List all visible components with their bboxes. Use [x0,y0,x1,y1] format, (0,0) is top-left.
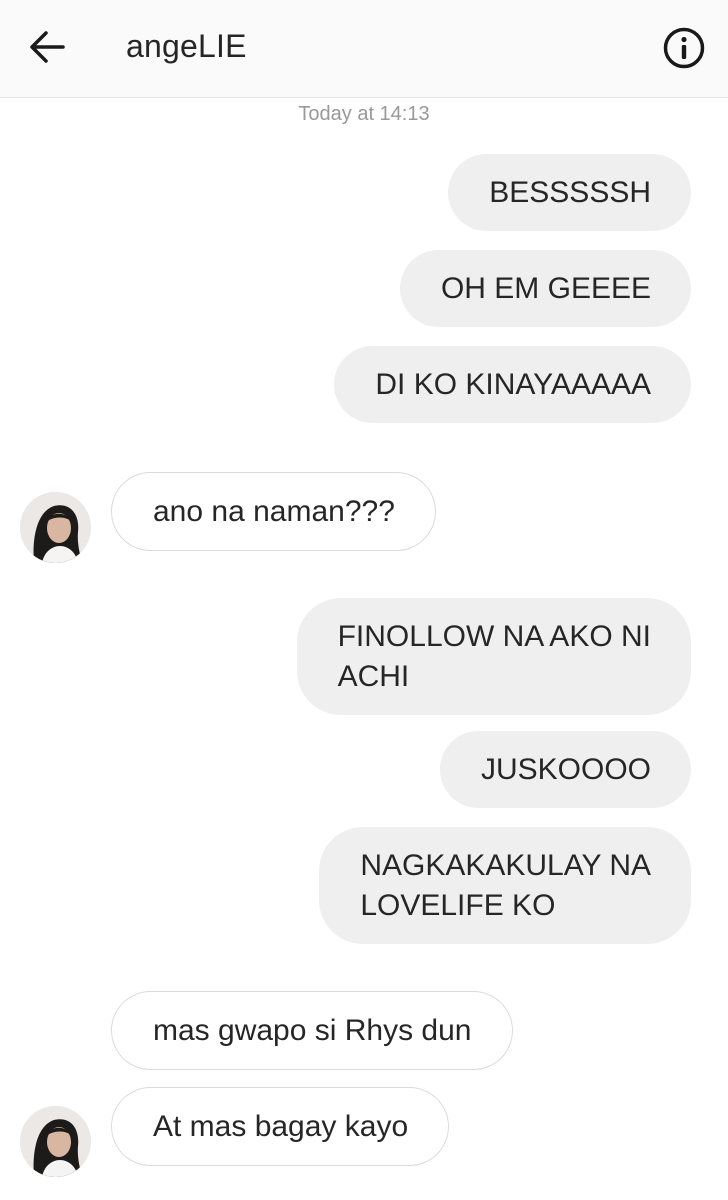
sent-message-bubble[interactable]: DI KO KINAYAAAAA [334,346,691,423]
profile-photo [20,492,91,563]
sent-message-bubble[interactable]: OH EM GEEEE [399,250,691,327]
received-message-bubble[interactable]: mas gwapo si Rhys dun [111,991,513,1070]
received-message-bubble[interactable]: ano na naman??? [111,472,436,551]
profile-photo [20,1106,91,1177]
chat-header: angeLIE [0,0,728,98]
info-circle-icon [663,27,705,69]
back-button[interactable] [26,26,68,68]
chat-title[interactable]: angeLIE [126,28,247,65]
info-button[interactable] [662,26,706,70]
sent-message-bubble[interactable]: BESSSSSH [448,154,691,231]
message-timestamp: Today at 14:13 [298,103,430,125]
arrow-left-icon [30,31,65,63]
sent-message-bubble[interactable]: JUSKOOOO [439,731,691,808]
sent-message-bubble[interactable]: NAGKAKAKULAY NA LOVELIFE KO [319,827,691,944]
sent-message-bubble[interactable]: FINOLLOW NA AKO NI ACHI [296,598,691,715]
avatar[interactable] [20,492,91,563]
avatar[interactable] [20,1106,91,1177]
received-message-bubble[interactable]: At mas bagay kayo [111,1087,450,1166]
